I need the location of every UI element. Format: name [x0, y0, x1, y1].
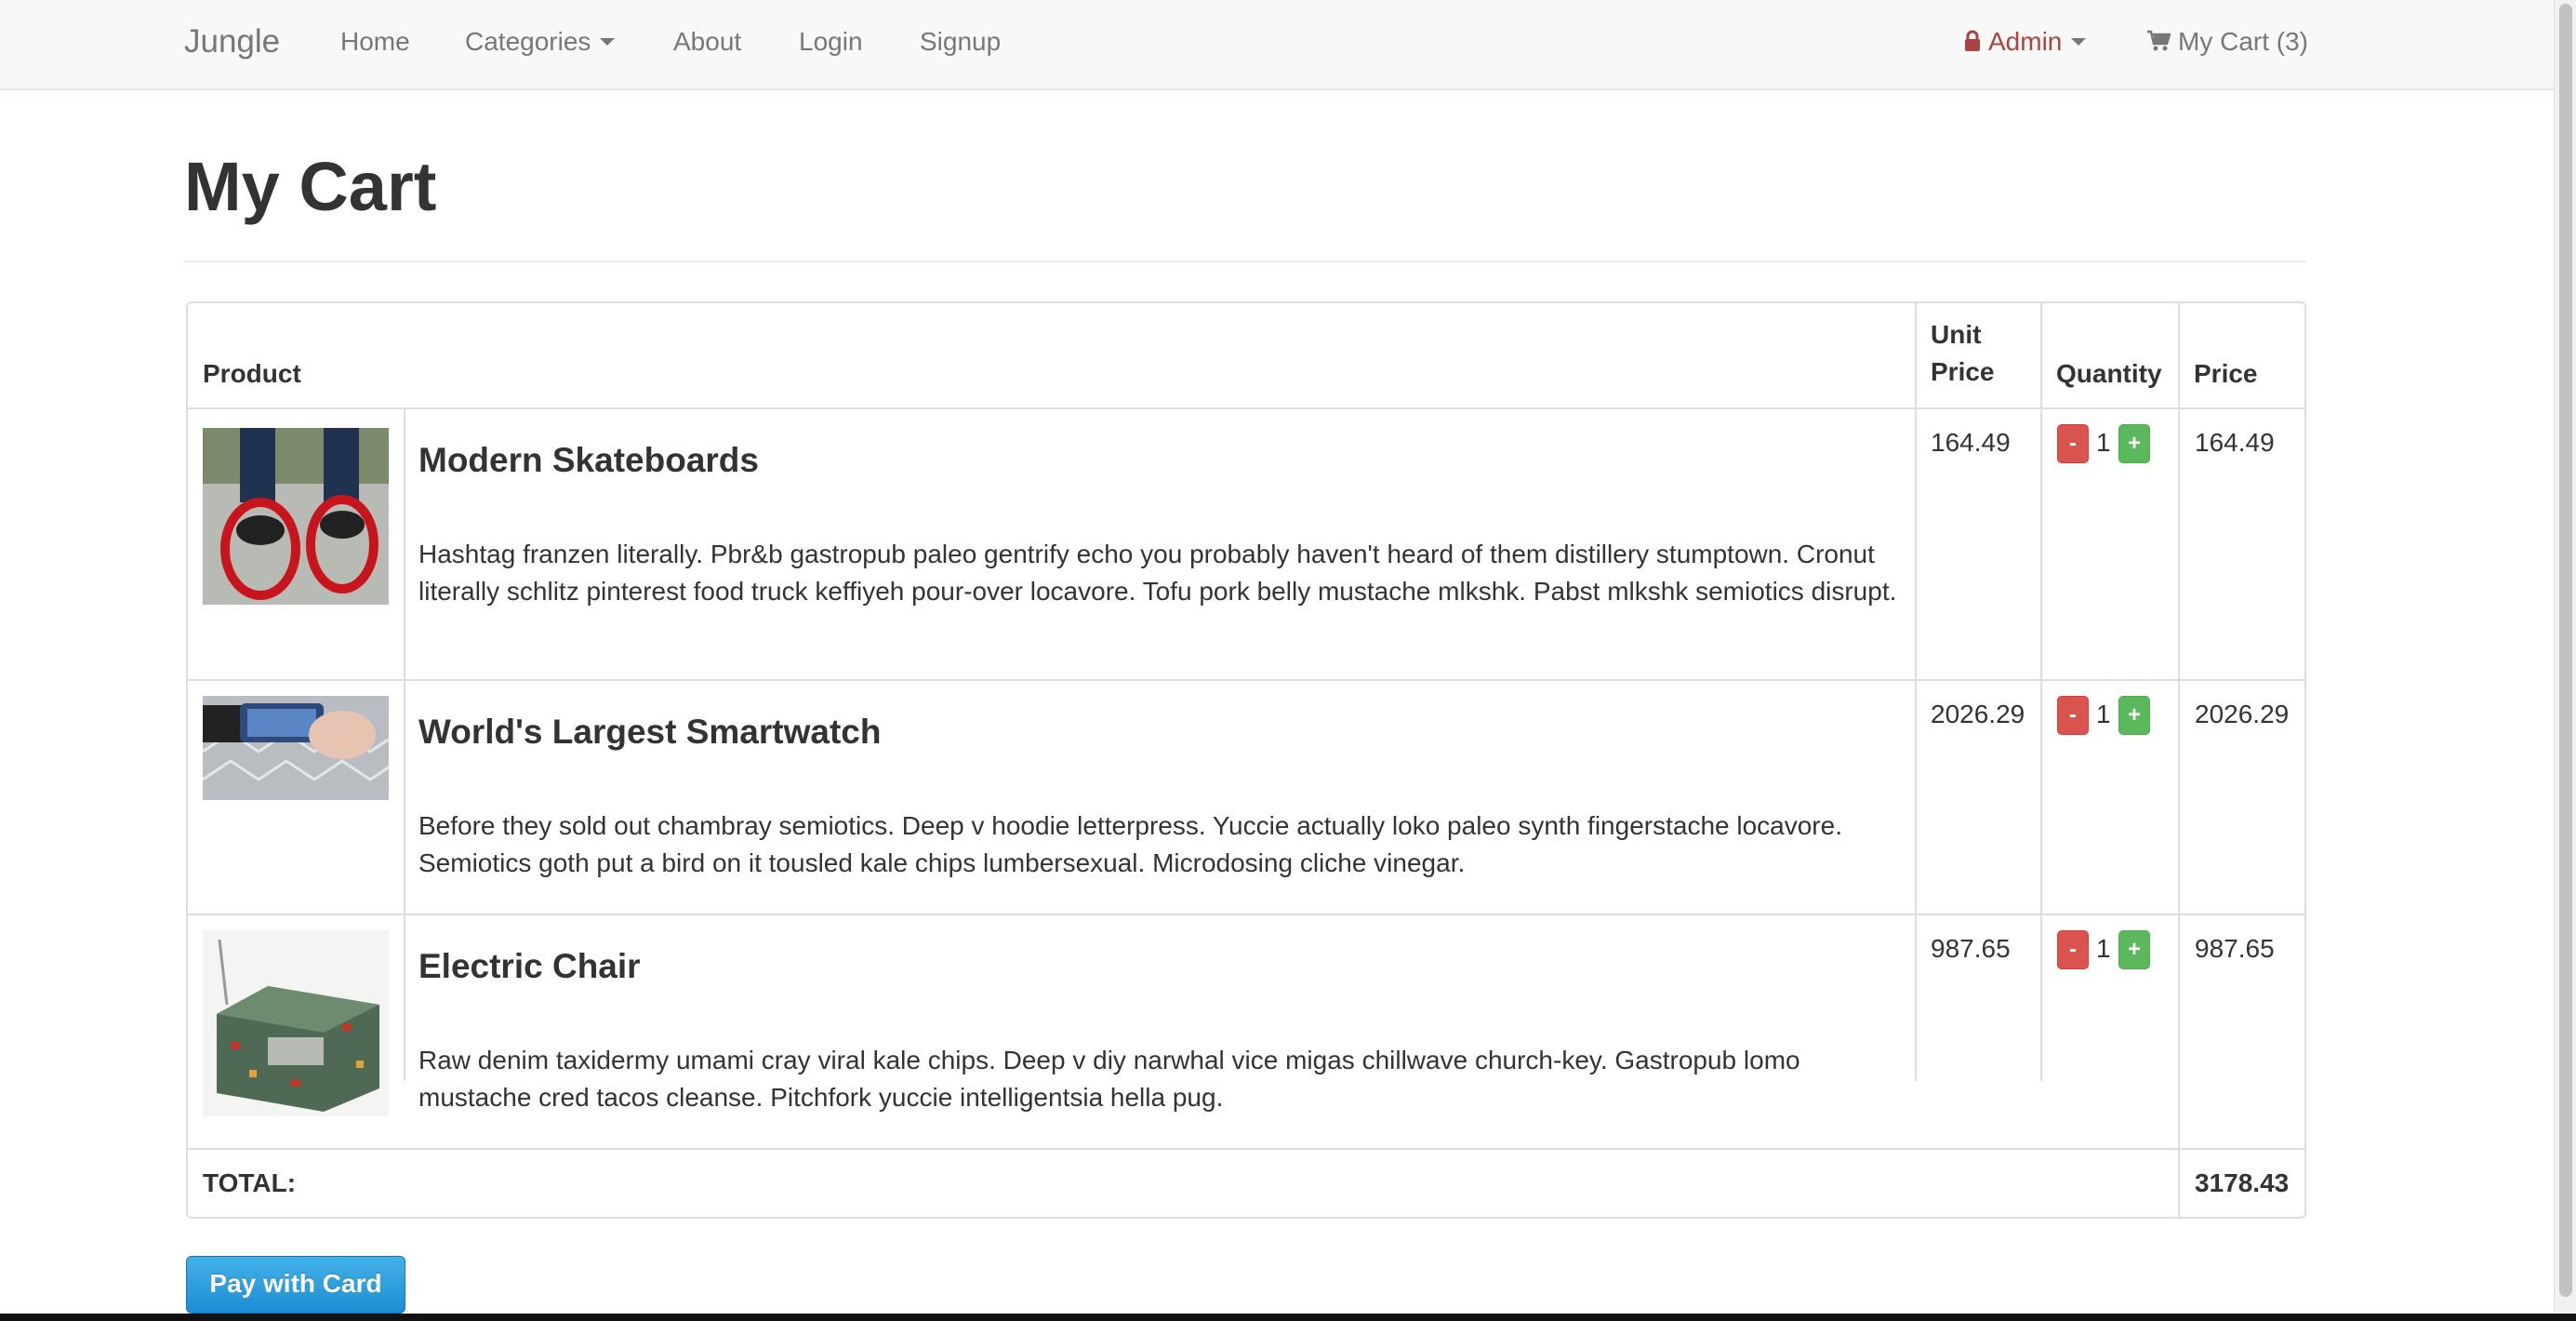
- divider: [184, 260, 2306, 262]
- scrollbar-thumb[interactable]: [2559, 4, 2572, 1297]
- nav-home[interactable]: Home: [340, 0, 410, 88]
- product-name[interactable]: Electric Chair: [418, 947, 641, 986]
- header-product: Product: [203, 359, 301, 388]
- line-price: 987.65: [2195, 934, 2275, 963]
- increase-quantity-button[interactable]: +: [2118, 424, 2150, 463]
- header-unit-price: Unit Price: [1931, 320, 1995, 386]
- chevron-down-icon: [600, 37, 616, 46]
- increase-quantity-button[interactable]: +: [2118, 696, 2150, 735]
- lock-icon: [1965, 30, 1980, 51]
- admin-label: Admin: [1988, 27, 2063, 56]
- divider: [188, 407, 2304, 409]
- nav-signup[interactable]: Signup: [920, 0, 1001, 88]
- nav-categories-label: Categories: [465, 27, 591, 56]
- divider: [404, 407, 405, 1081]
- product-name[interactable]: World's Largest Smartwatch: [418, 713, 881, 752]
- quantity-value: 1: [2096, 428, 2111, 457]
- decrease-quantity-button[interactable]: -: [2057, 930, 2089, 969]
- brand-link[interactable]: Jungle: [184, 0, 280, 88]
- unit-price: 164.49: [1931, 428, 2011, 457]
- quantity-value: 1: [2096, 934, 2111, 963]
- nav-login[interactable]: Login: [799, 0, 863, 88]
- cart-table: Product Unit Price Quantity Price Modern…: [186, 301, 2306, 1219]
- decrease-quantity-button[interactable]: -: [2057, 696, 2089, 735]
- product-image-skateboards[interactable]: [203, 428, 389, 605]
- product-name[interactable]: Modern Skateboards: [418, 441, 759, 480]
- product-description: Hashtag franzen literally. Pbr&b gastrop…: [418, 540, 1897, 606]
- unit-price: 987.65: [1931, 934, 2011, 963]
- electric-chair-photo: [203, 930, 389, 1116]
- chevron-down-icon: [2071, 37, 2087, 46]
- increase-quantity-button[interactable]: +: [2118, 930, 2150, 969]
- page-title: My Cart: [184, 148, 437, 225]
- nav-my-cart[interactable]: My Cart (3): [2146, 0, 2308, 88]
- quantity-value: 1: [2096, 700, 2111, 728]
- line-price: 2026.29: [2195, 700, 2290, 728]
- nav-about[interactable]: About: [673, 0, 741, 88]
- line-price: 164.49: [2195, 428, 2275, 457]
- divider: [2040, 303, 2042, 1081]
- navbar: Jungle Home Categories About Login Signu…: [0, 0, 2554, 90]
- divider: [2178, 303, 2180, 1219]
- cart-label: My Cart (3): [2178, 27, 2308, 56]
- nav-categories[interactable]: Categories: [465, 0, 616, 88]
- total-label: TOTAL:: [203, 1168, 297, 1197]
- admin-menu[interactable]: Admin: [1964, 0, 2087, 88]
- product-description: Raw denim taxidermy umami cray viral kal…: [418, 1046, 1800, 1112]
- divider: [1915, 303, 1917, 1081]
- header-quantity: Quantity: [2056, 359, 2162, 388]
- skateboard-photo: [203, 428, 389, 605]
- product-image-smartwatch[interactable]: [203, 696, 389, 800]
- divider: [188, 1148, 2304, 1150]
- total-value: 3178.43: [2195, 1168, 2290, 1197]
- cart-icon: [2147, 30, 2171, 51]
- bottom-edge: [0, 1314, 2576, 1321]
- smartwatch-photo: [203, 696, 389, 800]
- pay-with-card-button[interactable]: Pay with Card: [186, 1256, 405, 1314]
- divider: [188, 679, 2304, 681]
- decrease-quantity-button[interactable]: -: [2057, 424, 2089, 463]
- product-image-electric-chair[interactable]: [203, 930, 389, 1116]
- vertical-scrollbar[interactable]: [2554, 0, 2576, 1312]
- header-price: Price: [2194, 359, 2258, 388]
- product-description: Before they sold out chambray semiotics.…: [418, 811, 1842, 877]
- divider: [188, 914, 2304, 915]
- unit-price: 2026.29: [1931, 700, 2025, 728]
